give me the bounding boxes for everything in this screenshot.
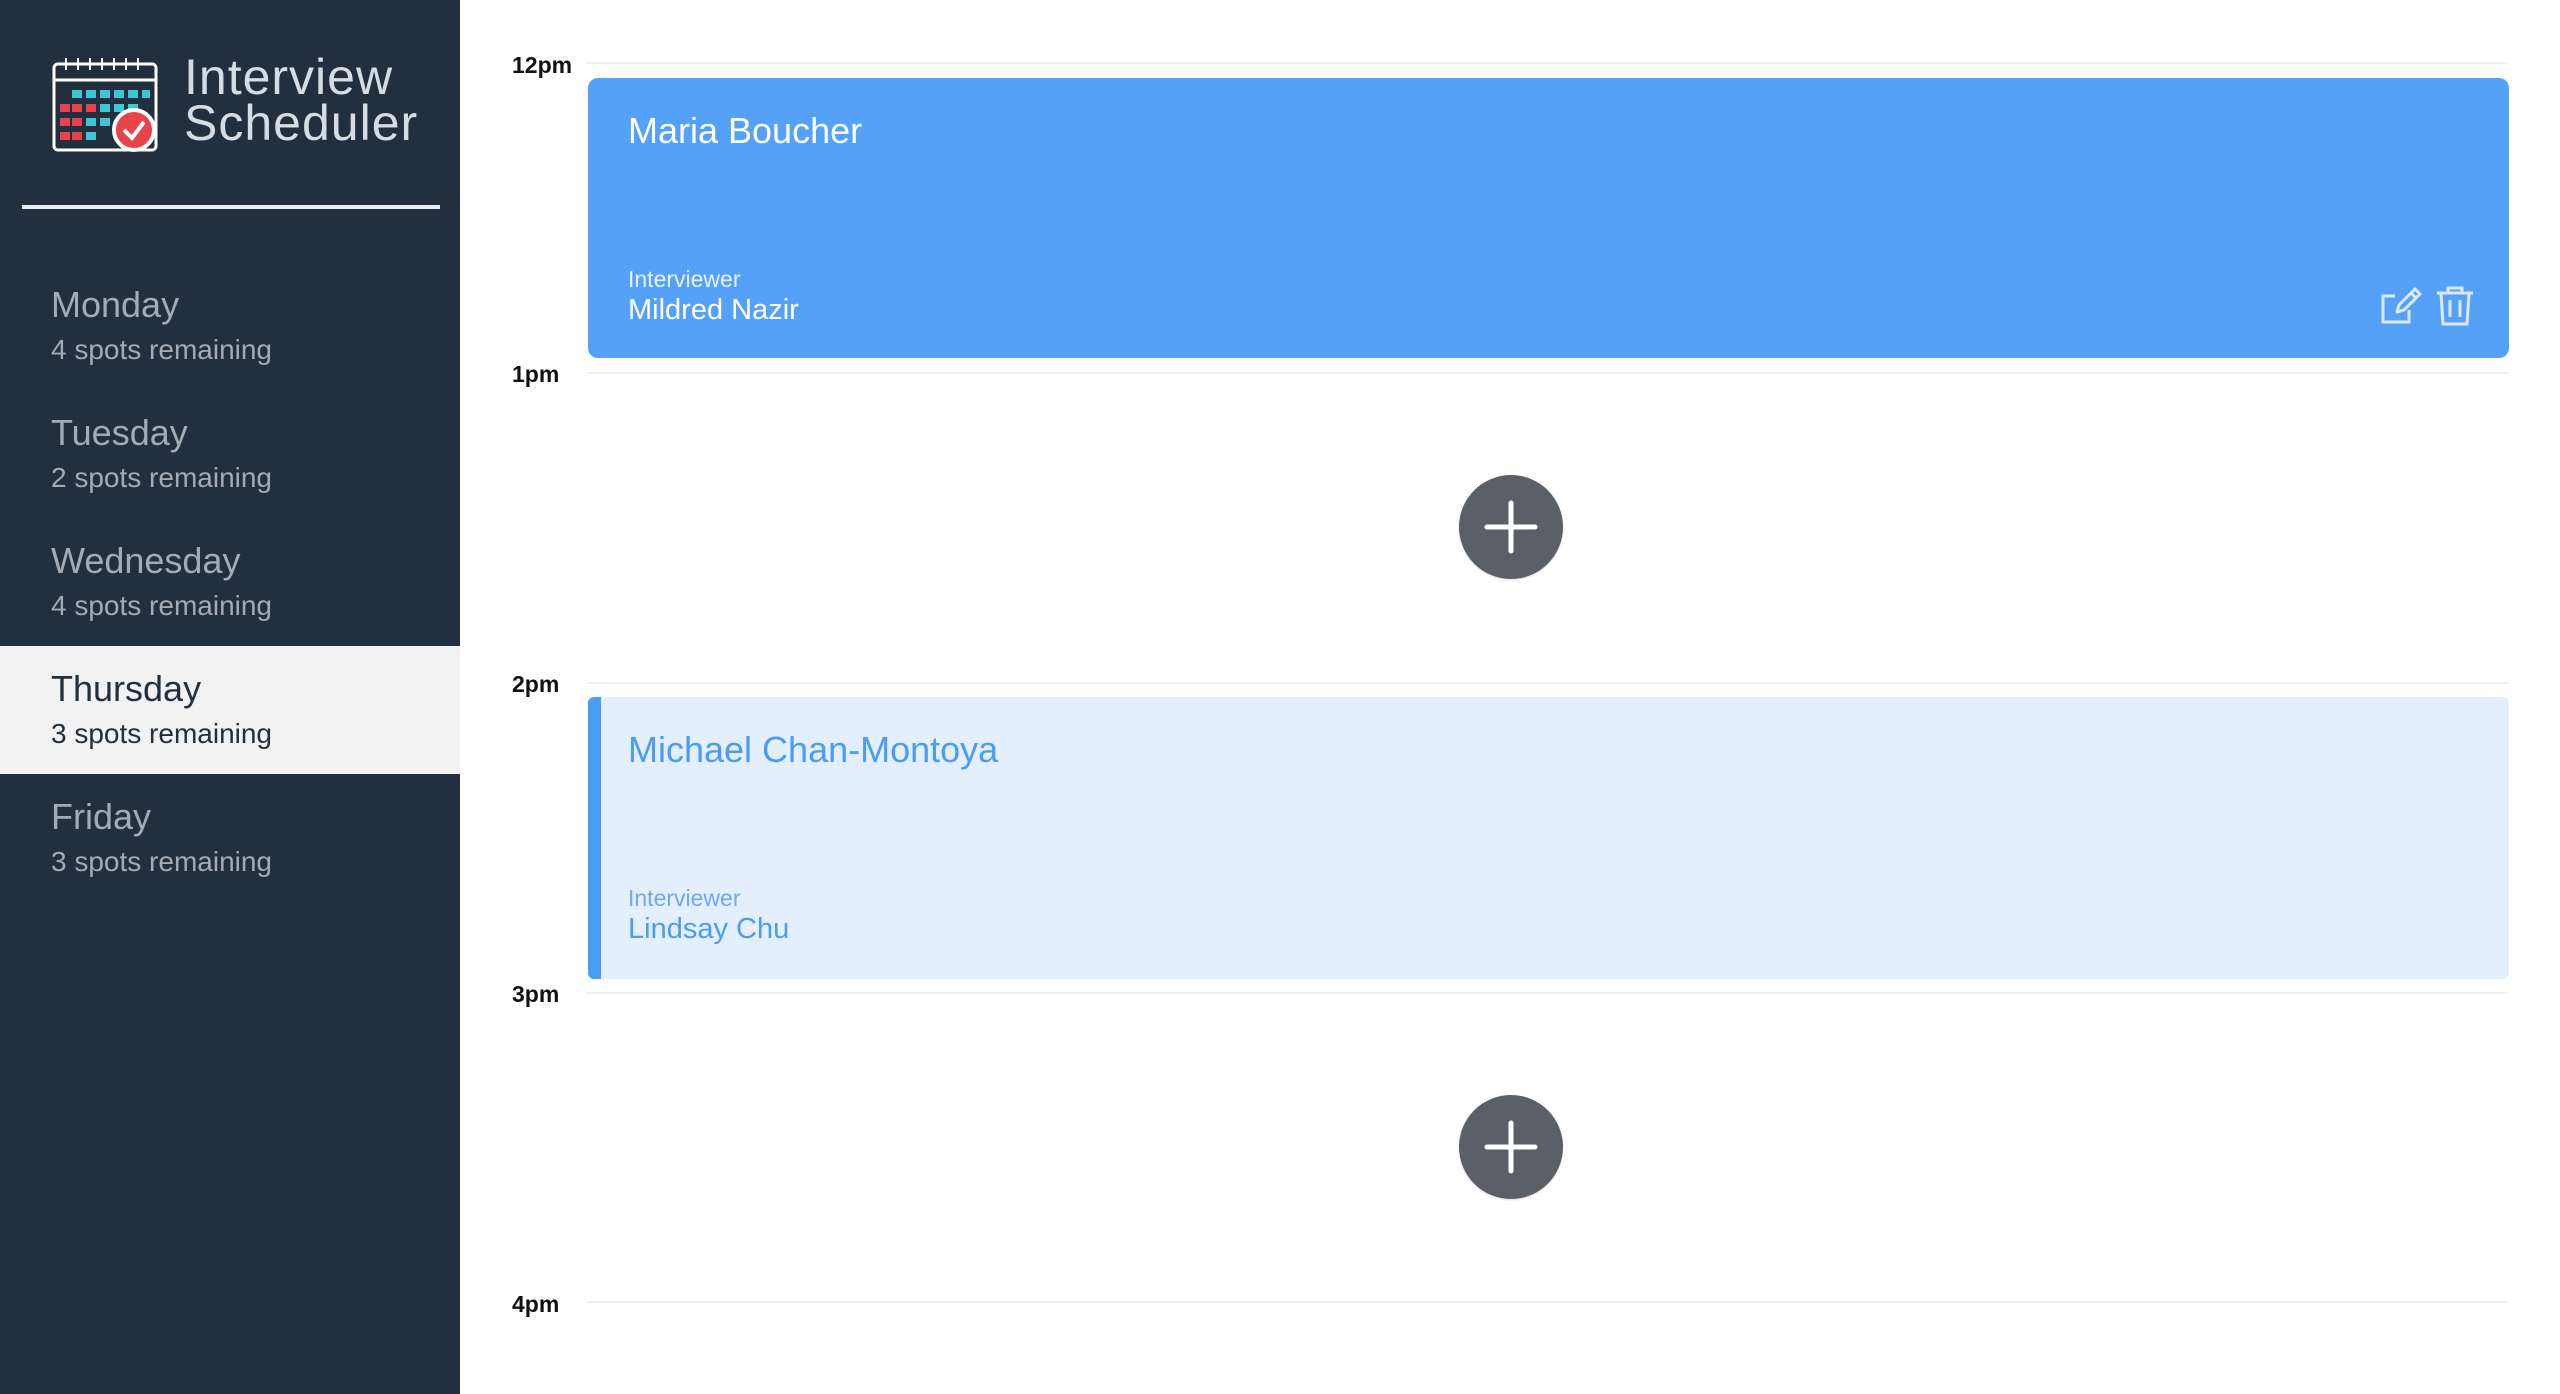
day-list: Monday 4 spots remaining Tuesday 2 spots… xyxy=(0,262,460,902)
app-title-line-1: Interview xyxy=(184,49,394,105)
app: Interview Scheduler Monday 4 spots remai… xyxy=(0,0,2560,1394)
day-item-monday[interactable]: Monday 4 spots remaining xyxy=(0,262,460,390)
time-separator xyxy=(586,992,2509,994)
interviewer-label: Interviewer xyxy=(628,266,741,292)
day-spots: 4 spots remaining xyxy=(51,334,273,365)
time-separator xyxy=(586,1301,2509,1303)
calendar-check-icon xyxy=(52,58,158,152)
day-name: Tuesday xyxy=(51,412,188,453)
student-name: Maria Boucher xyxy=(628,110,863,151)
day-name: Friday xyxy=(51,796,152,837)
appointment-booked: Maria Boucher Interviewer Mildred Nazir xyxy=(588,78,2509,358)
plus-icon xyxy=(1484,500,1538,554)
day-item-thursday[interactable]: Thursday 3 spots remaining xyxy=(0,646,460,774)
day-item-wednesday[interactable]: Wednesday 4 spots remaining xyxy=(0,518,460,646)
trash-icon[interactable] xyxy=(2433,284,2477,328)
appointment-highlighted: Michael Chan-Montoya Interviewer Lindsay… xyxy=(588,697,2509,979)
day-item-friday[interactable]: Friday 3 spots remaining xyxy=(0,774,460,902)
time-separator xyxy=(586,682,2509,684)
interviewer-label: Interviewer xyxy=(628,885,741,911)
time-separator xyxy=(586,372,2509,374)
day-spots: 3 spots remaining xyxy=(51,846,273,877)
day-name: Wednesday xyxy=(51,540,241,581)
schedule: 12pm Maria Boucher Interviewer Mildred N… xyxy=(460,0,2560,1394)
time-label-12pm: 12pm xyxy=(512,52,573,78)
time-label-4pm: 4pm xyxy=(512,1291,560,1317)
day-name: Monday xyxy=(51,284,180,325)
app-title: Interview Scheduler xyxy=(184,49,419,151)
day-spots: 4 spots remaining xyxy=(51,590,273,621)
edit-icon[interactable] xyxy=(2379,284,2423,328)
plus-icon xyxy=(1484,1120,1538,1174)
add-appointment-button[interactable] xyxy=(1459,1095,1563,1199)
sidebar: Interview Scheduler Monday 4 spots remai… xyxy=(0,0,460,1394)
day-name: Thursday xyxy=(51,668,202,709)
sidebar-divider xyxy=(22,205,440,209)
day-spots: 2 spots remaining xyxy=(51,462,273,493)
app-title-line-2: Scheduler xyxy=(184,95,419,151)
time-label-2pm: 2pm xyxy=(512,671,560,697)
time-label-1pm: 1pm xyxy=(512,361,560,387)
time-separator xyxy=(586,62,2509,64)
brand: Interview Scheduler xyxy=(52,52,417,154)
day-item-tuesday[interactable]: Tuesday 2 spots remaining xyxy=(0,390,460,518)
appointment-actions xyxy=(2379,284,2475,328)
interviewer-name: Mildred Nazir xyxy=(628,294,799,326)
add-appointment-button[interactable] xyxy=(1459,475,1563,579)
interviewer-name: Lindsay Chu xyxy=(628,913,790,945)
time-label-3pm: 3pm xyxy=(512,981,560,1007)
day-spots: 3 spots remaining xyxy=(51,718,273,749)
student-name: Michael Chan-Montoya xyxy=(628,729,999,770)
